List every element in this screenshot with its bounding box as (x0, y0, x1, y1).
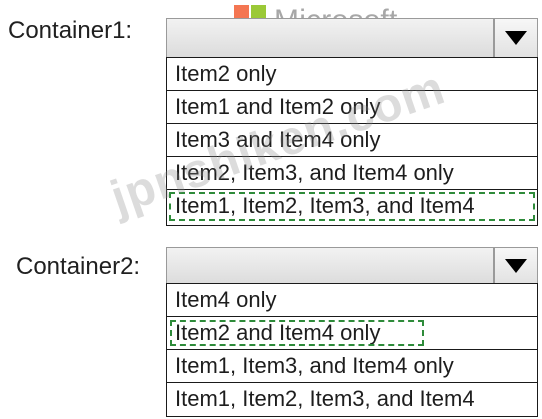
container2-label: Container2: (16, 253, 141, 280)
container1-option[interactable]: Item2 only (167, 58, 537, 91)
container1-label: Container1: (8, 17, 133, 44)
container2-option[interactable]: Item1, Item3, and Item4 only (167, 350, 537, 383)
container2-option[interactable]: Item4 only (167, 284, 537, 317)
container1-option[interactable]: Item1 and Item2 only (167, 91, 537, 124)
container2-option-label: Item2 and Item4 only (175, 320, 381, 345)
container2-options-list: Item4 only Item2 and Item4 only Item1, I… (166, 283, 538, 417)
container1-dropdown-button[interactable] (493, 19, 537, 57)
container1-options-list: Item2 only Item1 and Item2 only Item3 an… (166, 57, 538, 226)
chevron-down-icon (505, 259, 527, 273)
chevron-down-icon (505, 31, 527, 45)
container1-option[interactable]: Item2, Item3, and Item4 only (167, 157, 537, 190)
container2-option-highlighted[interactable]: Item2 and Item4 only (167, 317, 537, 350)
container2-option[interactable]: Item1, Item2, Item3, and Item4 (167, 383, 537, 416)
container1-option[interactable]: Item3 and Item4 only (167, 124, 537, 157)
container2-dropdown[interactable] (166, 247, 538, 285)
container2-dropdown-button[interactable] (493, 248, 537, 284)
container1-option-highlighted[interactable]: Item1, Item2, Item3, and Item4 (167, 190, 537, 223)
container1-dropdown[interactable] (166, 18, 538, 58)
